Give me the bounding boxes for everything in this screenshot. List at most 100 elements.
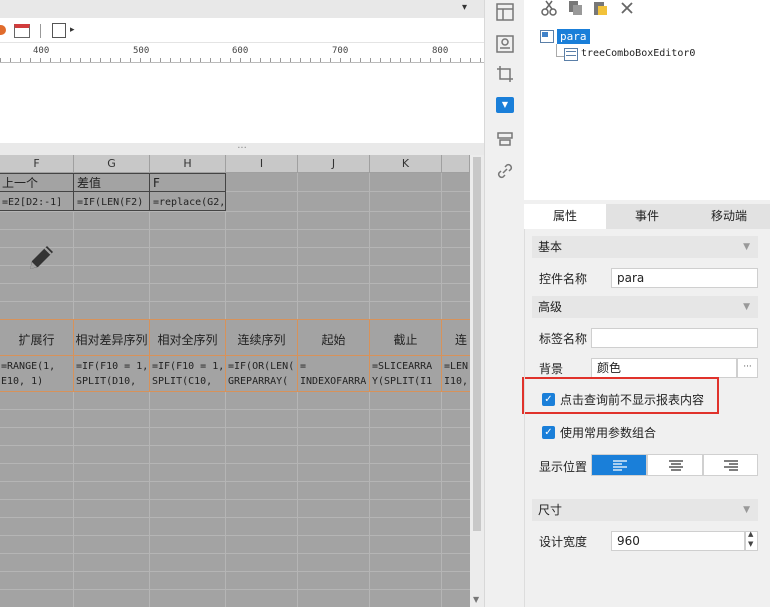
ruler-tick bbox=[330, 58, 331, 62]
formula-i-line2[interactable]: GREPARRAY( bbox=[228, 375, 296, 388]
cell-divider bbox=[0, 191, 226, 192]
align-center-button[interactable] bbox=[647, 454, 703, 476]
column-header-g[interactable]: G bbox=[74, 155, 150, 173]
row-line bbox=[0, 517, 470, 518]
button-widget-icon[interactable] bbox=[496, 130, 514, 148]
row-line bbox=[0, 589, 470, 590]
report-grid[interactable]: F G H I J K 上一个 差值 F =E2[D2:-1] =IF(LEN(… bbox=[0, 155, 470, 607]
column-header-k[interactable]: K bbox=[370, 155, 442, 173]
background-more-button[interactable]: ··· bbox=[737, 358, 758, 378]
formula-k-line2[interactable]: Y(SPLIT(I1 bbox=[372, 375, 440, 388]
display-position-label: 显示位置 bbox=[539, 460, 588, 474]
column-header-extra[interactable] bbox=[442, 155, 470, 173]
tab-events[interactable]: 事件 bbox=[606, 204, 688, 229]
column-header-h[interactable]: H bbox=[150, 155, 226, 173]
header-cell-j[interactable]: 起始 bbox=[298, 331, 369, 348]
tag-name-field[interactable] bbox=[591, 328, 758, 348]
stepper-up-icon[interactable]: ▲ bbox=[748, 530, 753, 538]
ruler-tick bbox=[210, 58, 211, 62]
ruler-tick bbox=[230, 58, 231, 62]
ruler-label: 600 bbox=[232, 46, 249, 56]
tab-mobile[interactable]: 移动端 bbox=[688, 204, 770, 229]
cell-g1[interactable]: 差值 bbox=[77, 177, 101, 190]
scroll-down-icon[interactable]: ▼ bbox=[473, 595, 479, 604]
tree-node-combobox[interactable]: treeComboBoxEditor0 bbox=[581, 48, 695, 59]
ruler-tick bbox=[30, 58, 31, 62]
formula-l-line1[interactable]: =LEN bbox=[444, 360, 470, 373]
copy-icon[interactable] bbox=[567, 0, 583, 16]
header-cell-k[interactable]: 截止 bbox=[370, 331, 441, 348]
control-name-field[interactable]: para bbox=[611, 268, 758, 288]
cell-h1[interactable]: F bbox=[153, 177, 160, 190]
formula-h-line1[interactable]: =IF(F10 = 1, bbox=[152, 360, 224, 373]
stepper-down-icon[interactable]: ▼ bbox=[748, 540, 753, 548]
ruler-tick bbox=[430, 58, 431, 62]
paste-icon[interactable] bbox=[592, 0, 608, 16]
align-left-button[interactable] bbox=[591, 454, 647, 476]
column-header-i[interactable]: I bbox=[226, 155, 298, 173]
toolbar-divider bbox=[40, 24, 41, 38]
tab-properties[interactable]: 属性 bbox=[524, 204, 606, 229]
ruler-tick bbox=[140, 58, 141, 62]
ruler-tick bbox=[10, 58, 11, 62]
formula-i-line1[interactable]: =IF(OR(LEN( bbox=[228, 360, 296, 373]
formula-k-line1[interactable]: =SLICEARRA bbox=[372, 360, 440, 373]
formula-j-line2[interactable]: INDEXOFARRA bbox=[300, 375, 368, 388]
form-icon[interactable] bbox=[52, 23, 66, 38]
header-cell-g[interactable]: 相对差异序列 bbox=[74, 331, 149, 348]
formula-g-line2[interactable]: SPLIT(D10, bbox=[76, 375, 136, 388]
column-header-j[interactable]: J bbox=[298, 155, 370, 173]
widget-list-icon[interactable] bbox=[496, 35, 514, 53]
design-width-field[interactable]: 960 bbox=[611, 531, 745, 551]
delete-icon[interactable] bbox=[619, 0, 635, 16]
splitter-grip: ... bbox=[237, 140, 247, 151]
cell-g2[interactable]: =IF(LEN(F2) bbox=[77, 196, 143, 209]
header-cell-f[interactable]: 扩展行 bbox=[0, 331, 73, 348]
more-arrow-icon[interactable]: ▸ bbox=[70, 25, 75, 35]
ruler-tick bbox=[320, 58, 321, 62]
ruler-tick bbox=[450, 58, 451, 62]
header-cell-l[interactable]: 连 bbox=[455, 331, 470, 348]
formula-h-line2[interactable]: SPLIT(C10, bbox=[152, 375, 212, 388]
background-field[interactable]: 颜色 bbox=[591, 358, 737, 378]
ruler-tick bbox=[150, 58, 151, 62]
checkbox-common-params-label[interactable]: 使用常用参数组合 bbox=[560, 424, 656, 441]
combobox-widget-icon[interactable]: ▼ bbox=[496, 97, 514, 113]
column-header-f[interactable]: F bbox=[0, 155, 74, 173]
vertical-scrollbar[interactable]: ▼ bbox=[470, 155, 484, 607]
tree-node-para[interactable]: para bbox=[557, 29, 590, 44]
parameter-canvas[interactable] bbox=[0, 63, 484, 143]
formula-f-line1[interactable]: =RANGE(1, bbox=[1, 360, 55, 373]
align-right-button[interactable] bbox=[703, 454, 758, 476]
design-width-stepper[interactable]: ▲ ▼ bbox=[745, 530, 758, 551]
ruler-tick bbox=[410, 58, 411, 62]
section-basic[interactable]: 基本 ▼ bbox=[532, 236, 758, 258]
cell-h2[interactable]: =replace(G2, bbox=[153, 196, 225, 209]
formula-g-line1[interactable]: =IF(F10 = 1, bbox=[76, 360, 148, 373]
layout-icon[interactable] bbox=[496, 3, 514, 21]
crop-icon[interactable] bbox=[496, 65, 514, 83]
cell-f1[interactable]: 上一个 bbox=[2, 177, 38, 190]
section-size[interactable]: 尺寸 ▼ bbox=[532, 499, 758, 521]
partial-icon[interactable] bbox=[0, 25, 6, 35]
checkbox-hide-before-query[interactable]: ✓ bbox=[542, 393, 555, 406]
calendar-icon[interactable] bbox=[14, 24, 30, 38]
formula-f-line2[interactable]: E10, 1) bbox=[1, 375, 43, 388]
checkbox-common-params[interactable]: ✓ bbox=[542, 426, 555, 439]
formula-j-line1[interactable]: = bbox=[300, 360, 368, 373]
section-advanced[interactable]: 高级 ▼ bbox=[532, 296, 758, 318]
dropdown-arrow-icon[interactable]: ▾ bbox=[462, 2, 467, 13]
ruler-tick bbox=[40, 58, 41, 62]
cut-icon[interactable] bbox=[541, 0, 557, 16]
background-label: 背景 bbox=[539, 362, 564, 376]
ruler-tick bbox=[0, 58, 1, 62]
link-icon[interactable] bbox=[496, 162, 514, 180]
header-cell-h[interactable]: 相对全序列 bbox=[150, 331, 225, 348]
formula-l-line2[interactable]: I10, bbox=[444, 375, 470, 388]
checkbox-hide-before-query-label[interactable]: 点击查询前不显示报表内容 bbox=[560, 391, 704, 408]
panel-splitter[interactable]: ... bbox=[0, 140, 484, 155]
scrollbar-thumb[interactable] bbox=[473, 157, 481, 531]
cell-f2[interactable]: =E2[D2:-1] bbox=[2, 196, 62, 209]
ruler-tick bbox=[380, 58, 381, 62]
header-cell-i[interactable]: 连续序列 bbox=[226, 331, 297, 348]
